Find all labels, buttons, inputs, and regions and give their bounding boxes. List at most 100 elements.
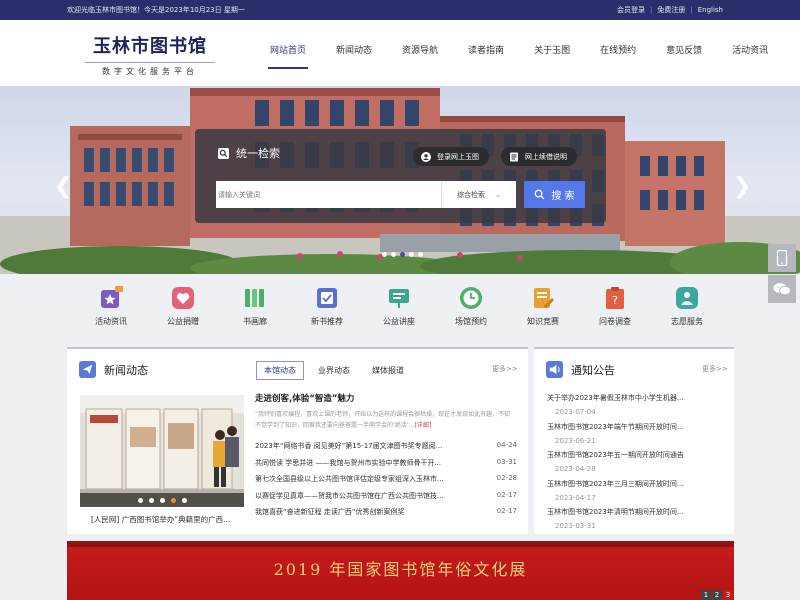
user-icon xyxy=(421,151,431,162)
banner-dot[interactable] xyxy=(400,252,405,257)
photo-dot[interactable] xyxy=(159,497,165,503)
photo-dot[interactable] xyxy=(148,497,154,503)
exhibition-photo-image xyxy=(80,395,244,507)
photo-caption[interactable]: [人民网] 广西图书馆举办“典籍里的广西... xyxy=(91,514,230,525)
banner-dot[interactable] xyxy=(391,252,396,257)
list-item-title: 第七次全国县级以上公共图书馆评估定级专家组深入玉林市... xyxy=(255,475,444,483)
news-panel: 新闻动态 本馆动态 业界动态 媒体报道 更多>> [人民网] 广西图书馆举办“典… xyxy=(67,347,528,534)
english-link[interactable]: English xyxy=(693,6,728,14)
exhibition-pager: 1 2 3 xyxy=(701,590,734,600)
books-icon xyxy=(245,289,264,307)
lecture-icon xyxy=(389,289,409,308)
nav-reader-guide[interactable]: 读者指南 xyxy=(468,20,504,86)
service-survey[interactable]: ? 问卷调查 xyxy=(579,286,651,336)
headline-title[interactable]: 走进创客,体验“智造”魅力 xyxy=(255,392,354,404)
service-donation[interactable]: 公益捐赠 xyxy=(147,286,219,336)
nav-booking[interactable]: 在线预约 xyxy=(600,20,636,86)
list-item[interactable]: 我馆喜获“奋进新征程 走读广西”优秀创新案例奖 02-17 xyxy=(255,507,517,524)
notice-more-link[interactable]: 更多>> xyxy=(702,364,728,374)
banner-dot[interactable] xyxy=(418,252,423,257)
photo-dot[interactable] xyxy=(181,497,187,503)
survey-icon: ? xyxy=(606,287,624,309)
pager-page[interactable]: 1 xyxy=(701,590,711,600)
quiz-icon xyxy=(534,288,554,308)
service-new-books[interactable]: 新书推荐 xyxy=(291,286,363,336)
wechat-button[interactable] xyxy=(768,275,796,303)
login-link[interactable]: 会员登录 xyxy=(612,5,650,15)
service-activity[interactable]: 活动资讯 xyxy=(75,286,147,336)
news-list: 2023年“网络书香 阅见美好”第15-17届文津图书奖专题阅... 04-24 … xyxy=(255,441,517,524)
service-label: 公益捐赠 xyxy=(167,317,199,326)
search-icon xyxy=(535,189,545,200)
banner-next-arrow-icon[interactable]: ❯ xyxy=(733,176,751,198)
search-type-select[interactable]: 综合检索 ⌄ xyxy=(441,181,516,208)
banner-dot[interactable] xyxy=(409,252,414,257)
list-item-title: 共同悦读 学思并进 ——我馆与贺州市实验中学教师骨干开... xyxy=(255,458,442,467)
login-online-library-button[interactable]: 登录网上玉图 xyxy=(413,147,489,166)
list-item[interactable]: 2023年“网络书香 阅见美好”第15-17届文津图书奖专题阅... 04-24 xyxy=(255,441,517,458)
service-label: 活动资讯 xyxy=(95,317,127,326)
send-icon xyxy=(79,361,96,378)
service-label: 知识竞赛 xyxy=(527,317,559,326)
hero-banner: ❮ ❯ 统一检索 登录网上玉图 网上续借说明 综合检索 ⌄ 搜 索 xyxy=(0,86,800,274)
list-item-title: 2023年“网络书香 阅见美好”第15-17届文津图书奖专题阅... xyxy=(255,442,443,450)
tab-library-news[interactable]: 本馆动态 xyxy=(256,361,304,380)
news-photo[interactable] xyxy=(80,395,244,507)
nav-news[interactable]: 新闻动态 xyxy=(336,20,372,86)
service-lecture[interactable]: 公益讲座 xyxy=(363,286,435,336)
register-link[interactable]: 免费注册 xyxy=(652,5,690,15)
list-item[interactable]: 玉林市图书馆2023年端午节期间开放时间... 2023-06-21 xyxy=(547,422,727,451)
site-header: 玉林市图书馆 数字文化服务平台 网站首页 新闻动态 资源导航 读者指南 关于玉图… xyxy=(0,20,800,86)
top-links: 会员登录 | 免费注册 | English xyxy=(612,5,728,15)
search-type-value: 综合检索 xyxy=(457,190,486,199)
tab-media-reports[interactable]: 媒体报道 xyxy=(364,361,412,380)
service-label: 场馆预约 xyxy=(455,317,487,326)
list-item-title: 玉林市图书馆2023年清明节期间开放时间... xyxy=(547,508,684,516)
banner-dot[interactable] xyxy=(382,252,387,257)
search-icon xyxy=(218,147,229,159)
list-item-title: 我馆喜获“奋进新征程 走读广西”优秀创新案例奖 xyxy=(255,508,405,516)
list-item[interactable]: 关于举办2023年暑假玉林市中小学生机器... 2023-07-04 xyxy=(547,393,727,422)
list-item-title: 关于举办2023年暑假玉林市中小学生机器... xyxy=(547,394,684,402)
heart-icon xyxy=(172,287,194,309)
list-item[interactable]: 以赛促学见真章——贺我市公共图书馆在广西公共图书馆技... 02-17 xyxy=(255,491,517,508)
renew-guide-button[interactable]: 网上续借说明 xyxy=(501,147,577,166)
search-title-text: 统一检索 xyxy=(236,147,280,160)
nav-home[interactable]: 网站首页 xyxy=(267,20,309,86)
pager-page[interactable]: 3 xyxy=(723,590,733,600)
tab-industry-news[interactable]: 业界动态 xyxy=(310,361,358,380)
list-item[interactable]: 玉林市图书馆2023年五一期间开放时间通告 2023-04-28 xyxy=(547,450,727,479)
pager-page[interactable]: 2 xyxy=(712,590,722,600)
volunteer-icon xyxy=(676,287,698,309)
service-venue-booking[interactable]: 场馆预约 xyxy=(435,286,507,336)
chevron-down-icon: ⌄ xyxy=(495,190,501,199)
list-item[interactable]: 共同悦读 学思并进 ——我馆与贺州市实验中学教师骨干开... 03-31 xyxy=(255,458,517,475)
nav-feedback[interactable]: 意见反馈 xyxy=(666,20,702,86)
service-gallery[interactable]: 书画廊 xyxy=(219,286,291,336)
list-item[interactable]: 第七次全国县级以上公共图书馆评估定级专家组深入玉林市... 02-28 xyxy=(255,474,517,491)
news-more-link[interactable]: 更多>> xyxy=(492,364,518,374)
service-volunteer[interactable]: 志愿服务 xyxy=(651,286,723,336)
renew-guide-label: 网上续借说明 xyxy=(525,152,567,161)
mobile-site-button[interactable] xyxy=(768,244,796,272)
site-logo[interactable]: 玉林市图书馆 数字文化服务平台 xyxy=(85,32,215,77)
list-item-date: 2023-04-28 xyxy=(555,465,596,473)
list-item-date: 02-17 xyxy=(496,507,517,515)
nav-about[interactable]: 关于玉图 xyxy=(534,20,570,86)
speaker-icon xyxy=(546,361,563,378)
photo-dot[interactable] xyxy=(170,497,176,503)
detail-link[interactable]: [详细] xyxy=(415,422,432,429)
search-button[interactable]: 搜 索 xyxy=(524,181,585,208)
exhibition-banner[interactable]: 2019 年国家图书馆年俗文化展 xyxy=(67,541,734,600)
photo-dot[interactable] xyxy=(137,497,143,503)
nav-activities[interactable]: 活动资讯 xyxy=(732,20,768,86)
banner-prev-arrow-icon[interactable]: ❮ xyxy=(54,176,72,198)
news-title-text: 新闻动态 xyxy=(104,363,148,377)
list-item[interactable]: 玉林市图书馆2023年三月三期间开放时间... 2023-04-17 xyxy=(547,479,727,508)
mobile-phone-icon xyxy=(776,250,788,266)
nav-resources[interactable]: 资源导航 xyxy=(402,20,438,86)
service-quiz[interactable]: 知识竞赛 xyxy=(507,286,579,336)
list-item[interactable]: 玉林市图书馆2023年清明节期间开放时间... 2023-03-31 xyxy=(547,507,727,536)
search-input[interactable] xyxy=(216,181,441,208)
welcome-text: 欢迎光临玉林市图书馆！今天是2023年10月23日 星期一 xyxy=(67,6,245,14)
